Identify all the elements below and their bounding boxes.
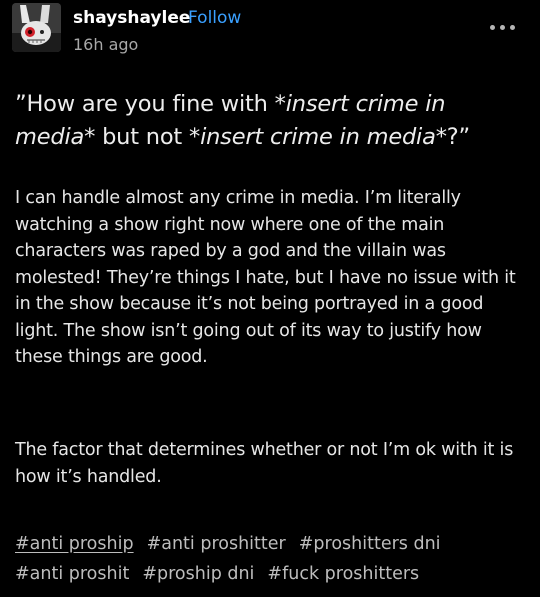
post: shayshaylee Follow 16h ago ”How are you … [0, 0, 540, 597]
post-header: shayshaylee Follow 16h ago [0, 0, 540, 70]
more-dot [500, 25, 505, 30]
post-timestamp: 16h ago [73, 35, 139, 54]
tag-link[interactable]: #anti proshit [15, 559, 129, 589]
more-dot [490, 25, 495, 30]
post-quote: ”How are you fine with *insert crime in … [15, 88, 530, 154]
quote-open: ”How are you fine with [15, 91, 275, 117]
username[interactable]: shayshaylee [73, 8, 190, 28]
tag-link[interactable]: #fuck proshitters [267, 559, 419, 589]
post-tags: #anti proship #anti proshitter #proshitter… [15, 529, 530, 589]
tag-link[interactable]: #anti proshitter [147, 529, 286, 559]
post-paragraph: The factor that determines whether or no… [15, 440, 514, 487]
more-dot [510, 25, 515, 30]
avatar-image [12, 3, 61, 52]
quote-italic-2: *insert crime in media* [189, 124, 447, 150]
avatar[interactable] [12, 3, 61, 52]
more-options-icon[interactable] [488, 22, 518, 32]
follow-button[interactable]: Follow [188, 8, 241, 28]
post-paragraph: I can handle almost any crime in media. … [15, 188, 516, 367]
quote-close: ?” [446, 124, 470, 150]
tag-link[interactable]: #proshitters dni [299, 529, 441, 559]
quote-mid: but not [95, 124, 190, 150]
tag-link[interactable]: #proship dni [142, 559, 254, 589]
tag-link[interactable]: #anti proship [15, 529, 134, 559]
